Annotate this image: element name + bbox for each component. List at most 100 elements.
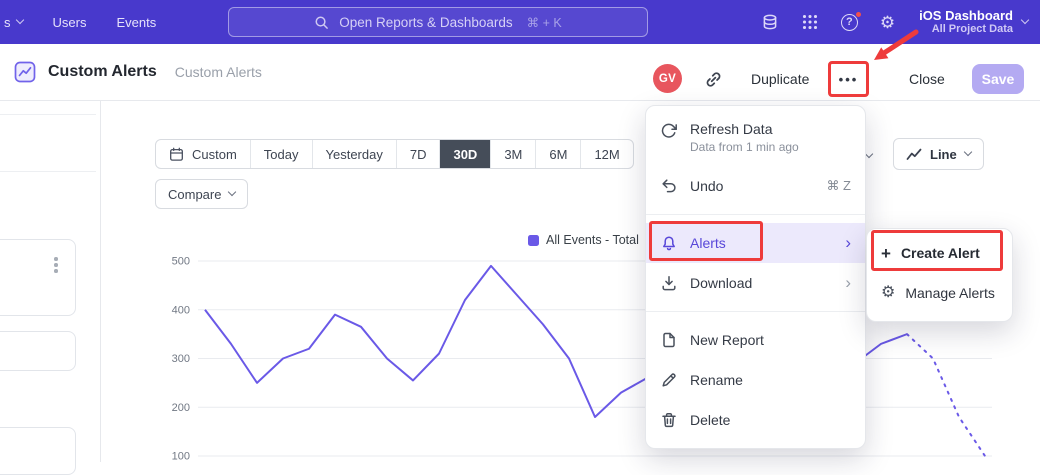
svg-text:500: 500 (172, 256, 190, 268)
page-title: Custom Alerts (48, 63, 157, 81)
chevron-down-icon (1021, 16, 1029, 24)
menu-item-shortcut: ⌘ Z (826, 178, 851, 194)
new-report-icon (660, 331, 678, 349)
project-subtitle: All Project Data (919, 23, 1013, 36)
avatar[interactable]: GV (653, 64, 682, 93)
date-range-label: Today (264, 147, 299, 162)
date-range-3m[interactable]: 3M (490, 140, 535, 168)
date-range-label: Yesterday (326, 147, 383, 162)
sidebar-card[interactable] (0, 331, 76, 371)
breadcrumb[interactable]: Custom Alerts (175, 64, 262, 80)
more-options-button[interactable]: ••• (833, 66, 864, 92)
chevron-down-icon (865, 150, 873, 158)
notification-dot (855, 11, 862, 18)
y-axis-labels: 500 400 300 200 100 (172, 256, 190, 463)
calendar-icon (169, 147, 184, 162)
menu-item-rename[interactable]: Rename (646, 360, 865, 400)
trash-icon (660, 411, 678, 429)
pencil-icon (660, 371, 678, 389)
chevron-down-icon (15, 16, 23, 24)
settings-icon[interactable]: ⚙ (880, 14, 895, 31)
svg-text:200: 200 (172, 402, 190, 414)
sidebar-card[interactable] (0, 239, 76, 316)
date-range-label: 6M (549, 147, 567, 162)
report-options-menu: Refresh Data Data from 1 min ago Undo ⌘ … (645, 105, 866, 449)
kebab-menu-icon[interactable] (54, 257, 58, 273)
nav-item-events[interactable]: Events (116, 15, 156, 30)
chevron-right-icon: › (845, 234, 851, 251)
search-placeholder: Open Reports & Dashboards (339, 15, 512, 30)
chart-type-selector[interactable]: Line (893, 138, 984, 170)
chevron-right-icon: › (845, 274, 851, 291)
menu-item-refresh-data[interactable]: Refresh Data Data from 1 min ago (646, 112, 865, 166)
date-range-yesterday[interactable]: Yesterday (312, 140, 396, 168)
chevron-down-icon (963, 148, 971, 156)
menu-divider (646, 214, 865, 215)
date-range-7d[interactable]: 7D (396, 140, 440, 168)
report-header: Custom Alerts Custom Alerts (0, 44, 1040, 101)
search-icon (314, 15, 329, 30)
menu-item-label: Delete (690, 412, 730, 428)
svg-text:400: 400 (172, 304, 190, 316)
chart-legend: All Events - Total (528, 233, 639, 247)
apps-grid-icon[interactable] (801, 13, 819, 31)
menu-item-label: Refresh Data (690, 121, 799, 137)
close-button[interactable]: Close (909, 71, 945, 87)
report-icon (14, 61, 36, 83)
project-selector[interactable]: iOS Dashboard All Project Data (919, 8, 1028, 37)
menu-item-delete[interactable]: Delete (646, 400, 865, 440)
global-search-input[interactable]: Open Reports & Dashboards ⌘ + K (228, 7, 648, 37)
sidebar-divider (100, 101, 101, 462)
sidebar-row-divider (0, 114, 96, 115)
undo-icon (660, 177, 678, 195)
menu-item-label: Download (690, 275, 752, 291)
search-shortcut-hint: ⌘ + K (527, 15, 562, 30)
bell-icon (660, 234, 678, 252)
alerts-submenu: + Create Alert ⚙ Manage Alerts (866, 228, 1013, 322)
date-range-label: 3M (504, 147, 522, 162)
menu-divider (646, 311, 865, 312)
date-range-custom[interactable]: Custom (156, 140, 250, 168)
link-icon (704, 70, 723, 89)
date-range-control: Custom Today Yesterday 7D 30D 3M 6M 12M (155, 139, 634, 169)
primary-nav: s Users Events (0, 0, 156, 44)
nav-item-partial[interactable]: s (4, 15, 23, 30)
date-range-label: 7D (410, 147, 427, 162)
svg-text:300: 300 (172, 353, 190, 365)
compare-button[interactable]: Compare (155, 179, 248, 209)
menu-item-alerts[interactable]: Alerts › (646, 223, 865, 263)
save-button[interactable]: Save (972, 64, 1024, 94)
plus-icon: + (881, 245, 891, 262)
top-nav-right: ? ⚙ iOS Dashboard All Project Data (761, 0, 1028, 44)
chevron-down-icon (228, 188, 236, 196)
duplicate-button[interactable]: Duplicate (751, 71, 809, 87)
sidebar-card[interactable] (0, 427, 76, 475)
submenu-item-manage-alerts[interactable]: ⚙ Manage Alerts (867, 273, 1012, 313)
date-range-30d[interactable]: 30D (439, 140, 490, 168)
nav-item-users[interactable]: Users (53, 15, 87, 30)
date-range-6m[interactable]: 6M (535, 140, 580, 168)
project-title: iOS Dashboard (919, 8, 1013, 24)
series-line-dotted (907, 334, 985, 456)
date-range-label: Custom (192, 147, 237, 162)
submenu-item-label: Manage Alerts (905, 285, 995, 301)
submenu-item-label: Create Alert (901, 245, 980, 261)
chart-type-label: Line (930, 147, 957, 162)
nav-item-partial-label: s (4, 15, 11, 30)
date-range-today[interactable]: Today (250, 140, 312, 168)
menu-item-new-report[interactable]: New Report (646, 320, 865, 360)
legend-swatch (528, 235, 539, 246)
menu-item-label: Alerts (690, 235, 726, 251)
date-range-label: 30D (453, 147, 477, 162)
line-chart-icon (906, 146, 922, 162)
share-link-button[interactable] (704, 70, 723, 89)
gear-icon: ⚙ (881, 285, 895, 301)
svg-text:100: 100 (172, 451, 190, 463)
help-icon[interactable]: ? (841, 14, 858, 31)
menu-item-download[interactable]: Download › (646, 263, 865, 303)
data-icon[interactable] (761, 13, 779, 31)
menu-item-label: Rename (690, 372, 743, 388)
date-range-12m[interactable]: 12M (580, 140, 632, 168)
submenu-item-create-alert[interactable]: + Create Alert (867, 233, 1012, 273)
menu-item-undo[interactable]: Undo ⌘ Z (646, 166, 865, 206)
